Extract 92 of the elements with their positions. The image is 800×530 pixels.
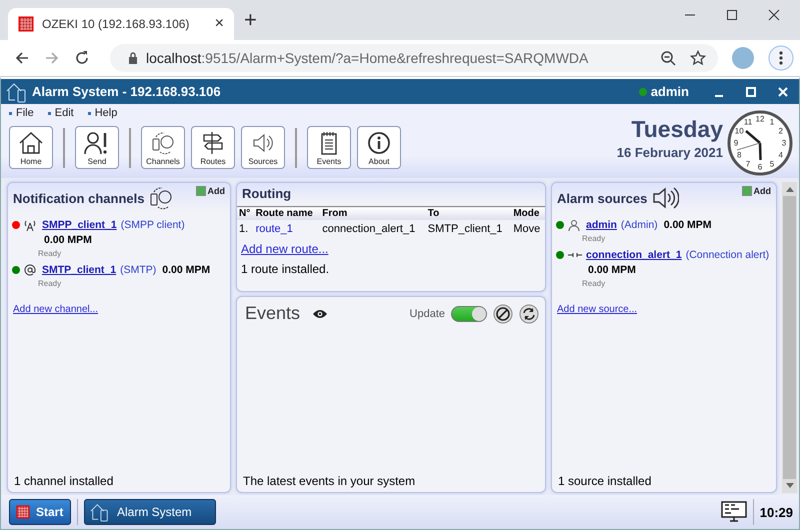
speaker-icon: [651, 186, 680, 210]
grid-icon: [18, 16, 34, 32]
toolbar-button[interactable]: Routes: [191, 126, 235, 169]
column-header: To: [426, 206, 512, 220]
item-link[interactable]: connection_alert_1: [586, 249, 682, 261]
grid-icon: [16, 505, 30, 519]
update-label: Update: [410, 308, 445, 320]
panel-title: Events: [245, 303, 300, 324]
table-cell: connection_alert_1: [320, 220, 426, 238]
clock-time: 10:29: [760, 504, 793, 520]
user-name: admin: [650, 84, 689, 99]
date-text: 16 February 2021: [616, 145, 723, 160]
scrollbar[interactable]: [782, 182, 797, 493]
clear-icon[interactable]: [493, 304, 513, 324]
route-link[interactable]: route_1: [254, 220, 320, 238]
info-icon: [366, 130, 392, 154]
add-link[interactable]: Add new channel...: [13, 304, 225, 315]
item-type: (Admin): [620, 219, 658, 231]
add-link[interactable]: Add: [196, 186, 225, 196]
browser-tab[interactable]: OZEKI 10 (192.168.93.106) ×: [8, 8, 234, 40]
toolbar-button[interactable]: Events: [307, 126, 351, 169]
url-text: localhost:9515/Alarm+System/?a=Home&refreshrequest=SARQMWDA: [146, 50, 588, 66]
status-text: Ready: [582, 234, 606, 243]
update-toggle[interactable]: [451, 306, 487, 322]
toolbar-button[interactable]: About: [357, 126, 401, 169]
add-link[interactable]: Add new route...: [241, 242, 541, 256]
phone-head-icon: [150, 130, 176, 154]
table-cell: SMTP_client_1: [426, 220, 512, 238]
item-type: (Connection alert): [686, 249, 770, 261]
status-text: Ready: [38, 279, 62, 288]
item-link[interactable]: SMPP_client_1: [42, 219, 117, 231]
footer-text: 1 channel installed: [13, 474, 114, 490]
status-text: Ready: [38, 249, 62, 258]
item-link[interactable]: SMTP_client_1: [42, 264, 116, 276]
close-tab-button[interactable]: ×: [214, 15, 224, 33]
window-title: Alarm System - 192.168.93.106: [32, 84, 221, 99]
item-link[interactable]: admin: [586, 219, 617, 231]
rate-text: 0.00 MPM: [162, 264, 210, 276]
taskbar-app[interactable]: Alarm System: [84, 499, 216, 525]
maximize-icon[interactable]: [726, 9, 738, 21]
column-header: Route name: [254, 206, 320, 220]
new-tab-button[interactable]: +: [244, 7, 257, 33]
toolbar-button[interactable]: Home: [9, 126, 53, 169]
column-header: Mode: [511, 206, 545, 220]
rate-text: 0.00 MPM: [664, 219, 712, 231]
person-icon: [568, 219, 580, 231]
phone-head-icon: [148, 186, 174, 210]
tab-title: OZEKI 10 (192.168.93.106): [42, 17, 190, 31]
antenna-icon: [24, 219, 36, 231]
column-header: N°: [237, 206, 254, 220]
panel-title: Routing: [242, 186, 292, 201]
menu-item[interactable]: Help: [88, 107, 118, 119]
lock-icon: [128, 52, 138, 64]
menu-item[interactable]: Edit: [48, 107, 74, 119]
star-icon[interactable]: [690, 50, 706, 66]
status-text: Ready: [582, 279, 606, 288]
connector-icon: [568, 251, 582, 259]
house-phone-icon: [6, 80, 28, 102]
add-link[interactable]: Add: [742, 186, 771, 196]
at-sign-icon: [24, 264, 36, 276]
menu-item[interactable]: File: [9, 107, 34, 119]
zoom-out-icon[interactable]: [660, 50, 676, 66]
panel-title: Alarm sources: [557, 190, 648, 206]
column-header: From: [320, 206, 426, 220]
rate-text: 0.00 MPM: [588, 264, 636, 276]
table-cell: 1.: [237, 220, 254, 238]
toolbar-button[interactable]: Sources: [241, 126, 285, 169]
scroll-up-icon[interactable]: [786, 186, 794, 192]
rate-text: 0.00 MPM: [44, 234, 92, 246]
footer-text: 1 route installed.: [241, 262, 330, 276]
item-type: (SMPP client): [120, 219, 185, 231]
item-type: (SMTP): [120, 264, 156, 276]
clock: 11 12 1 10 2 9 3 8 4 7 6 5: [727, 110, 793, 176]
house-icon: [18, 130, 44, 154]
eye-icon[interactable]: [312, 308, 328, 318]
start-button[interactable]: Start: [9, 499, 71, 525]
footer-text: 1 source installed: [557, 474, 652, 490]
scroll-down-icon[interactable]: [786, 483, 794, 489]
refresh-icon[interactable]: [519, 304, 539, 324]
toolbar-button[interactable]: Send: [75, 126, 119, 169]
menu-icon[interactable]: [768, 45, 794, 71]
close-icon[interactable]: [768, 9, 780, 21]
panel-title: Notification channels: [13, 190, 144, 206]
table-cell: Move: [511, 220, 545, 238]
monitor-icon[interactable]: [720, 501, 747, 523]
back-icon[interactable]: [14, 50, 30, 66]
reload-icon[interactable]: [74, 50, 90, 66]
address-bar[interactable]: localhost:9515/Alarm+System/?a=Home&refreshrequest=SARQMWDA: [110, 44, 718, 72]
toolbar-button[interactable]: Channels: [141, 126, 185, 169]
day-name: Tuesday: [631, 116, 723, 143]
footer-text: The latest events in your system: [242, 474, 416, 490]
add-link[interactable]: Add new source...: [557, 304, 771, 315]
